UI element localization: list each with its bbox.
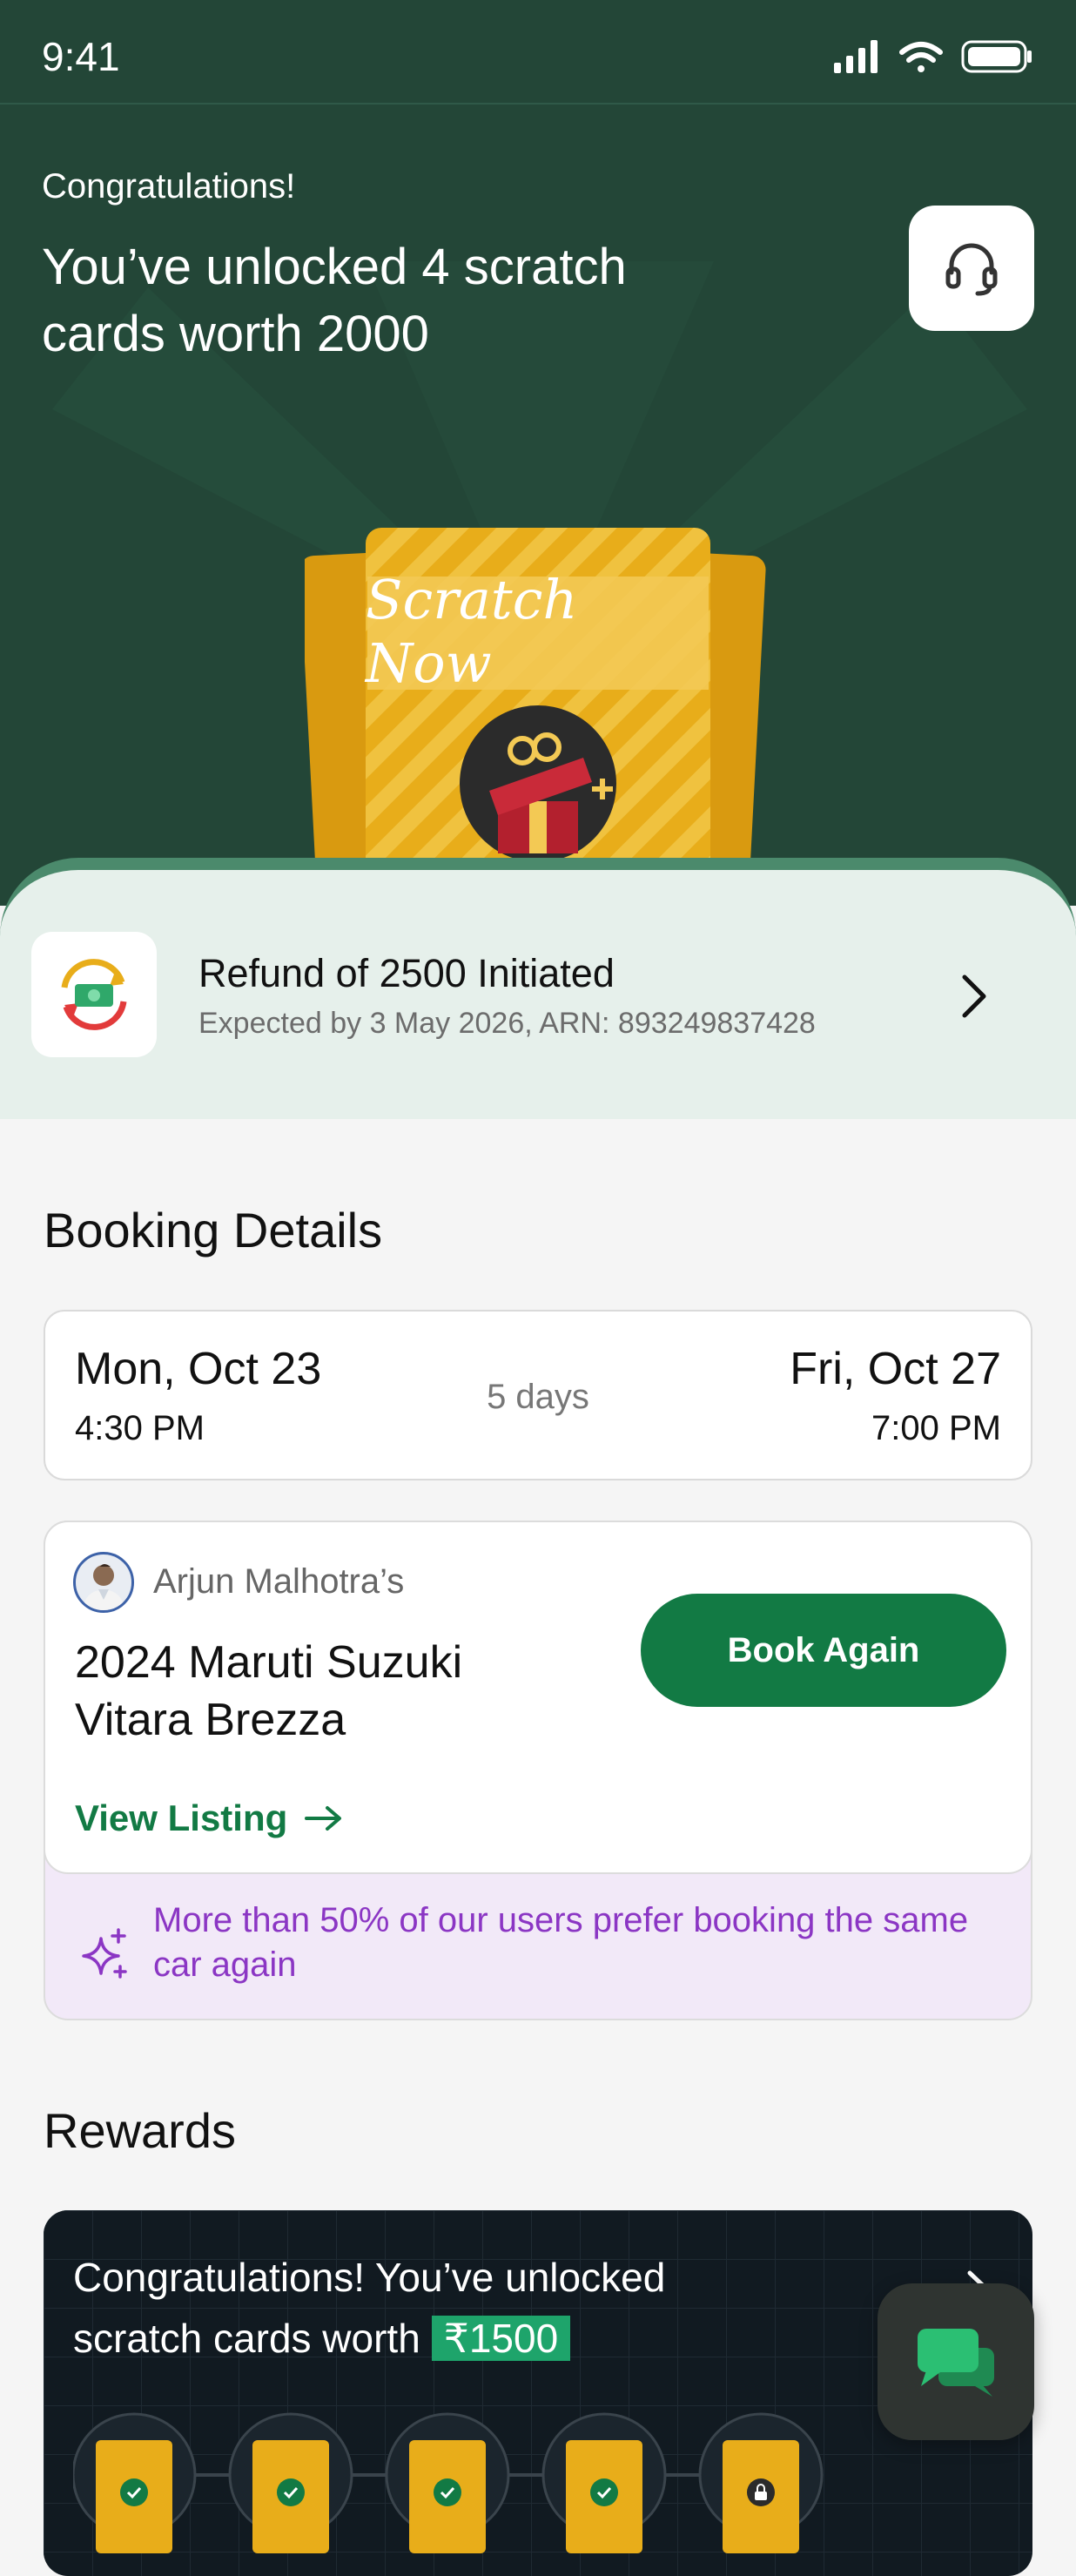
scratch-card-unlocked: [541, 2412, 667, 2553]
support-button[interactable]: [909, 206, 1034, 331]
scratch-card-unlocked: [73, 2412, 197, 2553]
wifi-icon: [899, 42, 943, 72]
hero-banner: 9:41 Congratulations! You’ve unlocked 4 …: [0, 0, 1076, 906]
chevron-right-icon: [962, 974, 986, 1018]
end-date: Fri, Oct 27: [790, 1344, 1001, 1394]
signal-icon: [834, 40, 878, 73]
status-bar: 9:41: [0, 0, 1076, 105]
chat-button[interactable]: [878, 2283, 1034, 2440]
arrow-right-icon: [305, 1806, 342, 1831]
sparkle-icon: [82, 1928, 127, 1979]
booking-dates-card: Mon, Oct 23 4:30 PM 5 days Fri, Oct 27 7…: [44, 1310, 1032, 1480]
car-card: Arjun Malhotra’s 2024 Maruti Suzuki Vita…: [44, 1521, 1032, 1874]
repeat-booking-promo: More than 50% of our users prefer bookin…: [153, 1901, 969, 1984]
scratch-card-unlocked: [385, 2412, 510, 2553]
chat-bubbles-icon: [918, 2329, 994, 2397]
congrats-label: Congratulations!: [42, 167, 296, 206]
scratch-card-unlocked: [228, 2412, 353, 2553]
hero-title: You’ve unlocked 4 scratch cards worth 20…: [42, 239, 627, 362]
refund-status-row[interactable]: Refund of 2500 Initiated Expected by 3 M…: [0, 923, 1076, 1123]
scratch-now-label: Scratch Now: [366, 568, 578, 695]
battery-icon: [961, 40, 1032, 73]
refund-title: Refund of 2500 Initiated: [198, 951, 615, 995]
car-name: 2024 Maruti Suzuki Vitara Brezza: [75, 1637, 463, 1745]
end-time: 7:00 PM: [871, 1409, 1001, 1447]
rewards-amount-badge: ₹1500: [431, 2316, 571, 2361]
status-icons: [834, 40, 1032, 73]
gift-icon: [460, 705, 616, 862]
scratch-card-progress: [73, 2412, 824, 2553]
refund-icon: [31, 932, 157, 1057]
refund-subtitle: Expected by 3 May 2026, ARN: 89324983742…: [198, 1007, 816, 1040]
status-time: 9:41: [42, 34, 120, 79]
view-listing-label: View Listing: [75, 1797, 288, 1838]
rewards-message-text: Congratulations! You’ve unlocked scratch…: [73, 2255, 666, 2361]
headset-icon: [945, 243, 998, 296]
booking-details-title: Booking Details: [44, 1203, 383, 1258]
owner-name: Arjun Malhotra’s: [153, 1562, 405, 1601]
rewards-title: Rewards: [44, 2103, 236, 2158]
book-again-button[interactable]: Book Again: [641, 1594, 1006, 1707]
view-listing-link[interactable]: View Listing: [75, 1797, 343, 1839]
scratch-card-locked: [698, 2412, 824, 2553]
lock-icon: [755, 2492, 767, 2500]
car-card-container: Arjun Malhotra’s 2024 Maruti Suzuki Vita…: [44, 1521, 1032, 2020]
owner-avatar: [73, 1552, 134, 1613]
rewards-message: Congratulations! You’ve unlocked scratch…: [73, 2247, 787, 2369]
